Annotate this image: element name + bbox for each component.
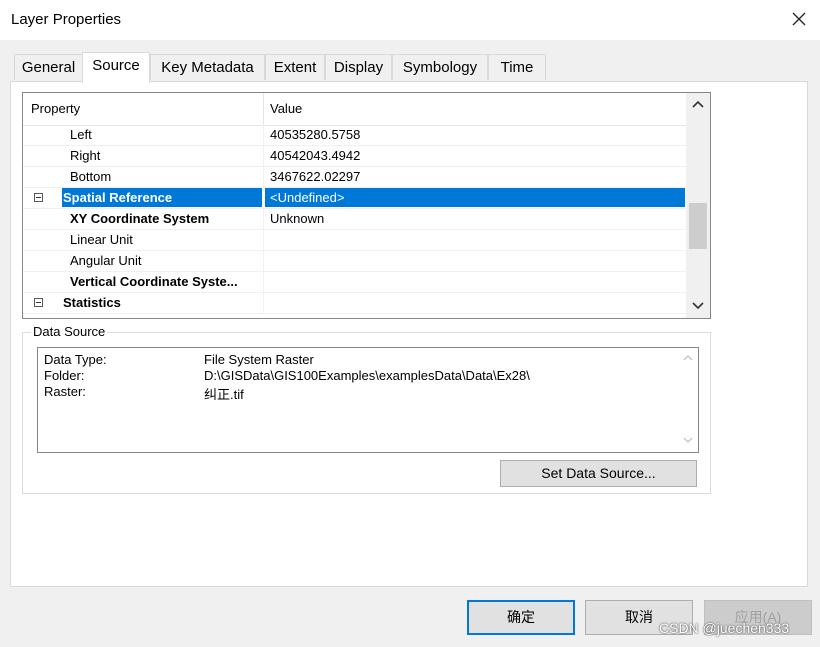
data-source-legend: Data Source (31, 324, 108, 339)
grid-row-statistics[interactable]: Statistics (23, 293, 686, 314)
grid-row-vertical-coordinate-system[interactable]: Vertical Coordinate Syste... (23, 272, 686, 293)
tab-display[interactable]: Display (325, 54, 392, 80)
row-divider (263, 146, 264, 167)
scroll-down-icon[interactable] (692, 301, 704, 311)
tab-time[interactable]: Time (488, 54, 546, 80)
raster-label: Raster: (44, 384, 86, 399)
data-type-value: File System Raster (204, 352, 314, 367)
row-name: Right (70, 148, 101, 163)
row-value: Unknown (270, 211, 325, 226)
ok-button[interactable]: 确定 (467, 600, 575, 635)
grid-header: Property Value (23, 93, 686, 126)
row-value: 40535280.5758 (270, 127, 361, 142)
grid-row-xy-coordinate-system[interactable]: XY Coordinate System Unknown (23, 209, 686, 230)
grid-row-angular-unit[interactable]: Angular Unit (23, 251, 686, 272)
tab-symbology[interactable]: Symbology (392, 54, 488, 80)
property-grid[interactable]: Property Value Left 40535280.5758 Right … (22, 92, 711, 319)
raster-value: 纠正.tif (204, 387, 244, 402)
row-divider (263, 230, 264, 251)
data-source-group: Data Source Data Type: File System Raste… (22, 324, 711, 494)
data-source-textbox[interactable]: Data Type: File System Raster Folder: D:… (37, 347, 699, 453)
window-title: Layer Properties (11, 11, 122, 28)
grid-row-right[interactable]: Right 40542043.4942 (23, 146, 686, 167)
title-bar: Layer Properties (0, 0, 820, 40)
tab-source[interactable]: Source (82, 52, 150, 83)
row-name: Vertical Coordinate Syste... (70, 274, 238, 289)
row-value: <Undefined> (265, 188, 685, 207)
grid-scrollbar[interactable] (686, 93, 710, 318)
grid-row-left[interactable]: Left 40535280.5758 (23, 125, 686, 146)
data-type-label: Data Type: (44, 352, 107, 367)
grid-row-spatial-reference[interactable]: Spatial Reference <Undefined> (23, 188, 686, 209)
row-divider (263, 293, 264, 314)
row-value: 3467622.02297 (270, 169, 361, 184)
row-divider (263, 125, 264, 146)
row-name: Angular Unit (70, 253, 142, 268)
watermark: CSDN @juechen333 (659, 620, 790, 636)
row-name: Linear Unit (70, 232, 133, 247)
row-name: Left (70, 127, 92, 142)
set-data-source-button[interactable]: Set Data Source... (500, 460, 697, 487)
tab-key-metadata[interactable]: Key Metadata (150, 54, 265, 80)
tab-extent[interactable]: Extent (265, 54, 325, 80)
scroll-up-icon[interactable] (692, 99, 704, 109)
row-divider (263, 209, 264, 230)
collapse-icon[interactable] (34, 298, 43, 307)
header-property[interactable]: Property (31, 101, 80, 116)
row-name: Spatial Reference (62, 188, 262, 207)
row-name: Bottom (70, 169, 112, 184)
close-icon[interactable] (788, 8, 810, 30)
row-name: XY Coordinate System (70, 211, 210, 226)
collapse-icon[interactable] (34, 193, 43, 202)
scroll-thumb[interactable] (689, 203, 707, 249)
grid-row-linear-unit[interactable]: Linear Unit (23, 230, 686, 251)
row-name: Statistics (63, 295, 121, 310)
tab-general[interactable]: General (14, 54, 83, 80)
folder-label: Folder: (44, 368, 85, 383)
scroll-down-icon[interactable] (683, 436, 693, 444)
row-value: 40542043.4942 (270, 148, 361, 163)
data-source-scrollbar[interactable] (678, 348, 698, 452)
header-divider[interactable] (263, 93, 264, 125)
folder-value: D:\GISData\GIS100Examples\examplesData\D… (204, 368, 530, 383)
row-divider (263, 167, 264, 188)
row-divider (263, 272, 264, 293)
scroll-up-icon[interactable] (683, 354, 693, 362)
grid-row-bottom[interactable]: Bottom 3467622.02297 (23, 167, 686, 188)
header-value[interactable]: Value (270, 101, 302, 116)
row-divider (263, 251, 264, 272)
